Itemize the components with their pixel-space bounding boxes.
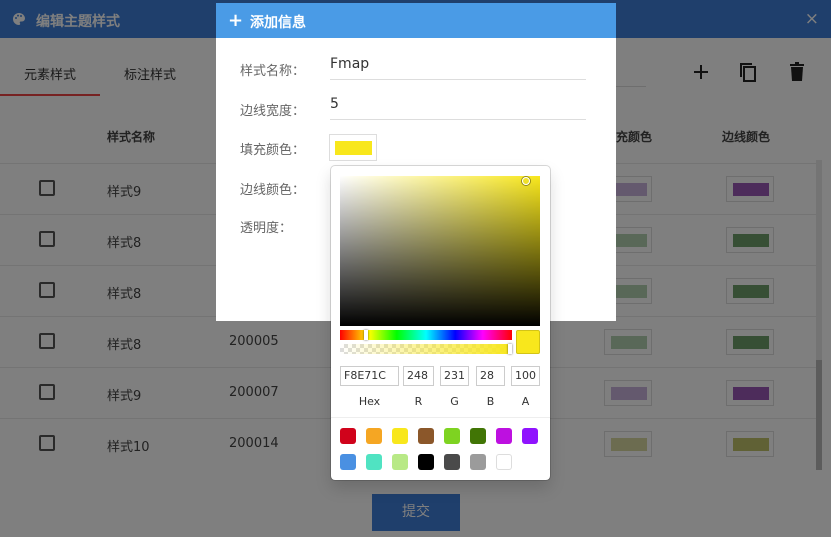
plus-icon: + [228,10,244,31]
color-preview [516,330,540,354]
stroke-width-label: 边线宽度： [240,104,306,119]
preset-swatch[interactable] [418,454,434,470]
dialog-header: + 添加信息 [216,3,616,38]
saturation-pointer[interactable] [522,177,530,185]
fill-color-swatch[interactable] [329,134,377,161]
preset-swatch[interactable] [340,454,356,470]
preset-swatch[interactable] [496,428,512,444]
a-label: A [521,395,530,408]
saturation-black-gradient [340,176,540,326]
preset-swatch[interactable] [444,454,460,470]
fill-color-label: 填充颜色： [240,143,306,158]
hex-label: Hex [358,395,381,408]
preset-swatch[interactable] [496,454,512,470]
alpha-input[interactable]: 100 [511,366,540,386]
preset-swatch[interactable] [340,428,356,444]
preset-divider [331,417,550,418]
green-input[interactable]: 231 [440,366,469,386]
style-name-input[interactable]: Fmap [330,54,586,80]
preset-swatch[interactable] [392,454,408,470]
preset-swatch[interactable] [392,428,408,444]
alpha-gradient [340,344,512,354]
fill-color-chip [335,141,372,155]
opacity-label: 透明度： [240,221,293,236]
preset-swatch[interactable] [366,454,382,470]
hex-input[interactable]: F8E71C [340,366,399,386]
hue-slider-handle[interactable] [363,330,368,340]
red-input[interactable]: 248 [403,366,434,386]
stroke-color-label: 边线颜色： [240,183,306,198]
dialog-title: 添加信息 [250,15,306,31]
alpha-slider-handle[interactable] [508,344,512,354]
preset-swatch[interactable] [522,428,538,444]
blue-input[interactable]: 28 [476,366,505,386]
b-label: B [486,395,495,408]
preset-swatch[interactable] [444,428,460,444]
color-picker: F8E71C 248 231 28 100 Hex R G B A [331,166,550,480]
alpha-slider[interactable] [340,344,512,354]
preset-swatch[interactable] [366,428,382,444]
style-name-label: 样式名称： [240,64,306,79]
hue-slider[interactable] [340,330,512,340]
saturation-area[interactable] [340,176,540,326]
g-label: G [450,395,459,408]
stroke-width-input[interactable]: 5 [330,94,586,120]
preset-swatch[interactable] [418,428,434,444]
r-label: R [414,395,423,408]
preset-swatch[interactable] [470,428,486,444]
preset-swatch[interactable] [470,454,486,470]
